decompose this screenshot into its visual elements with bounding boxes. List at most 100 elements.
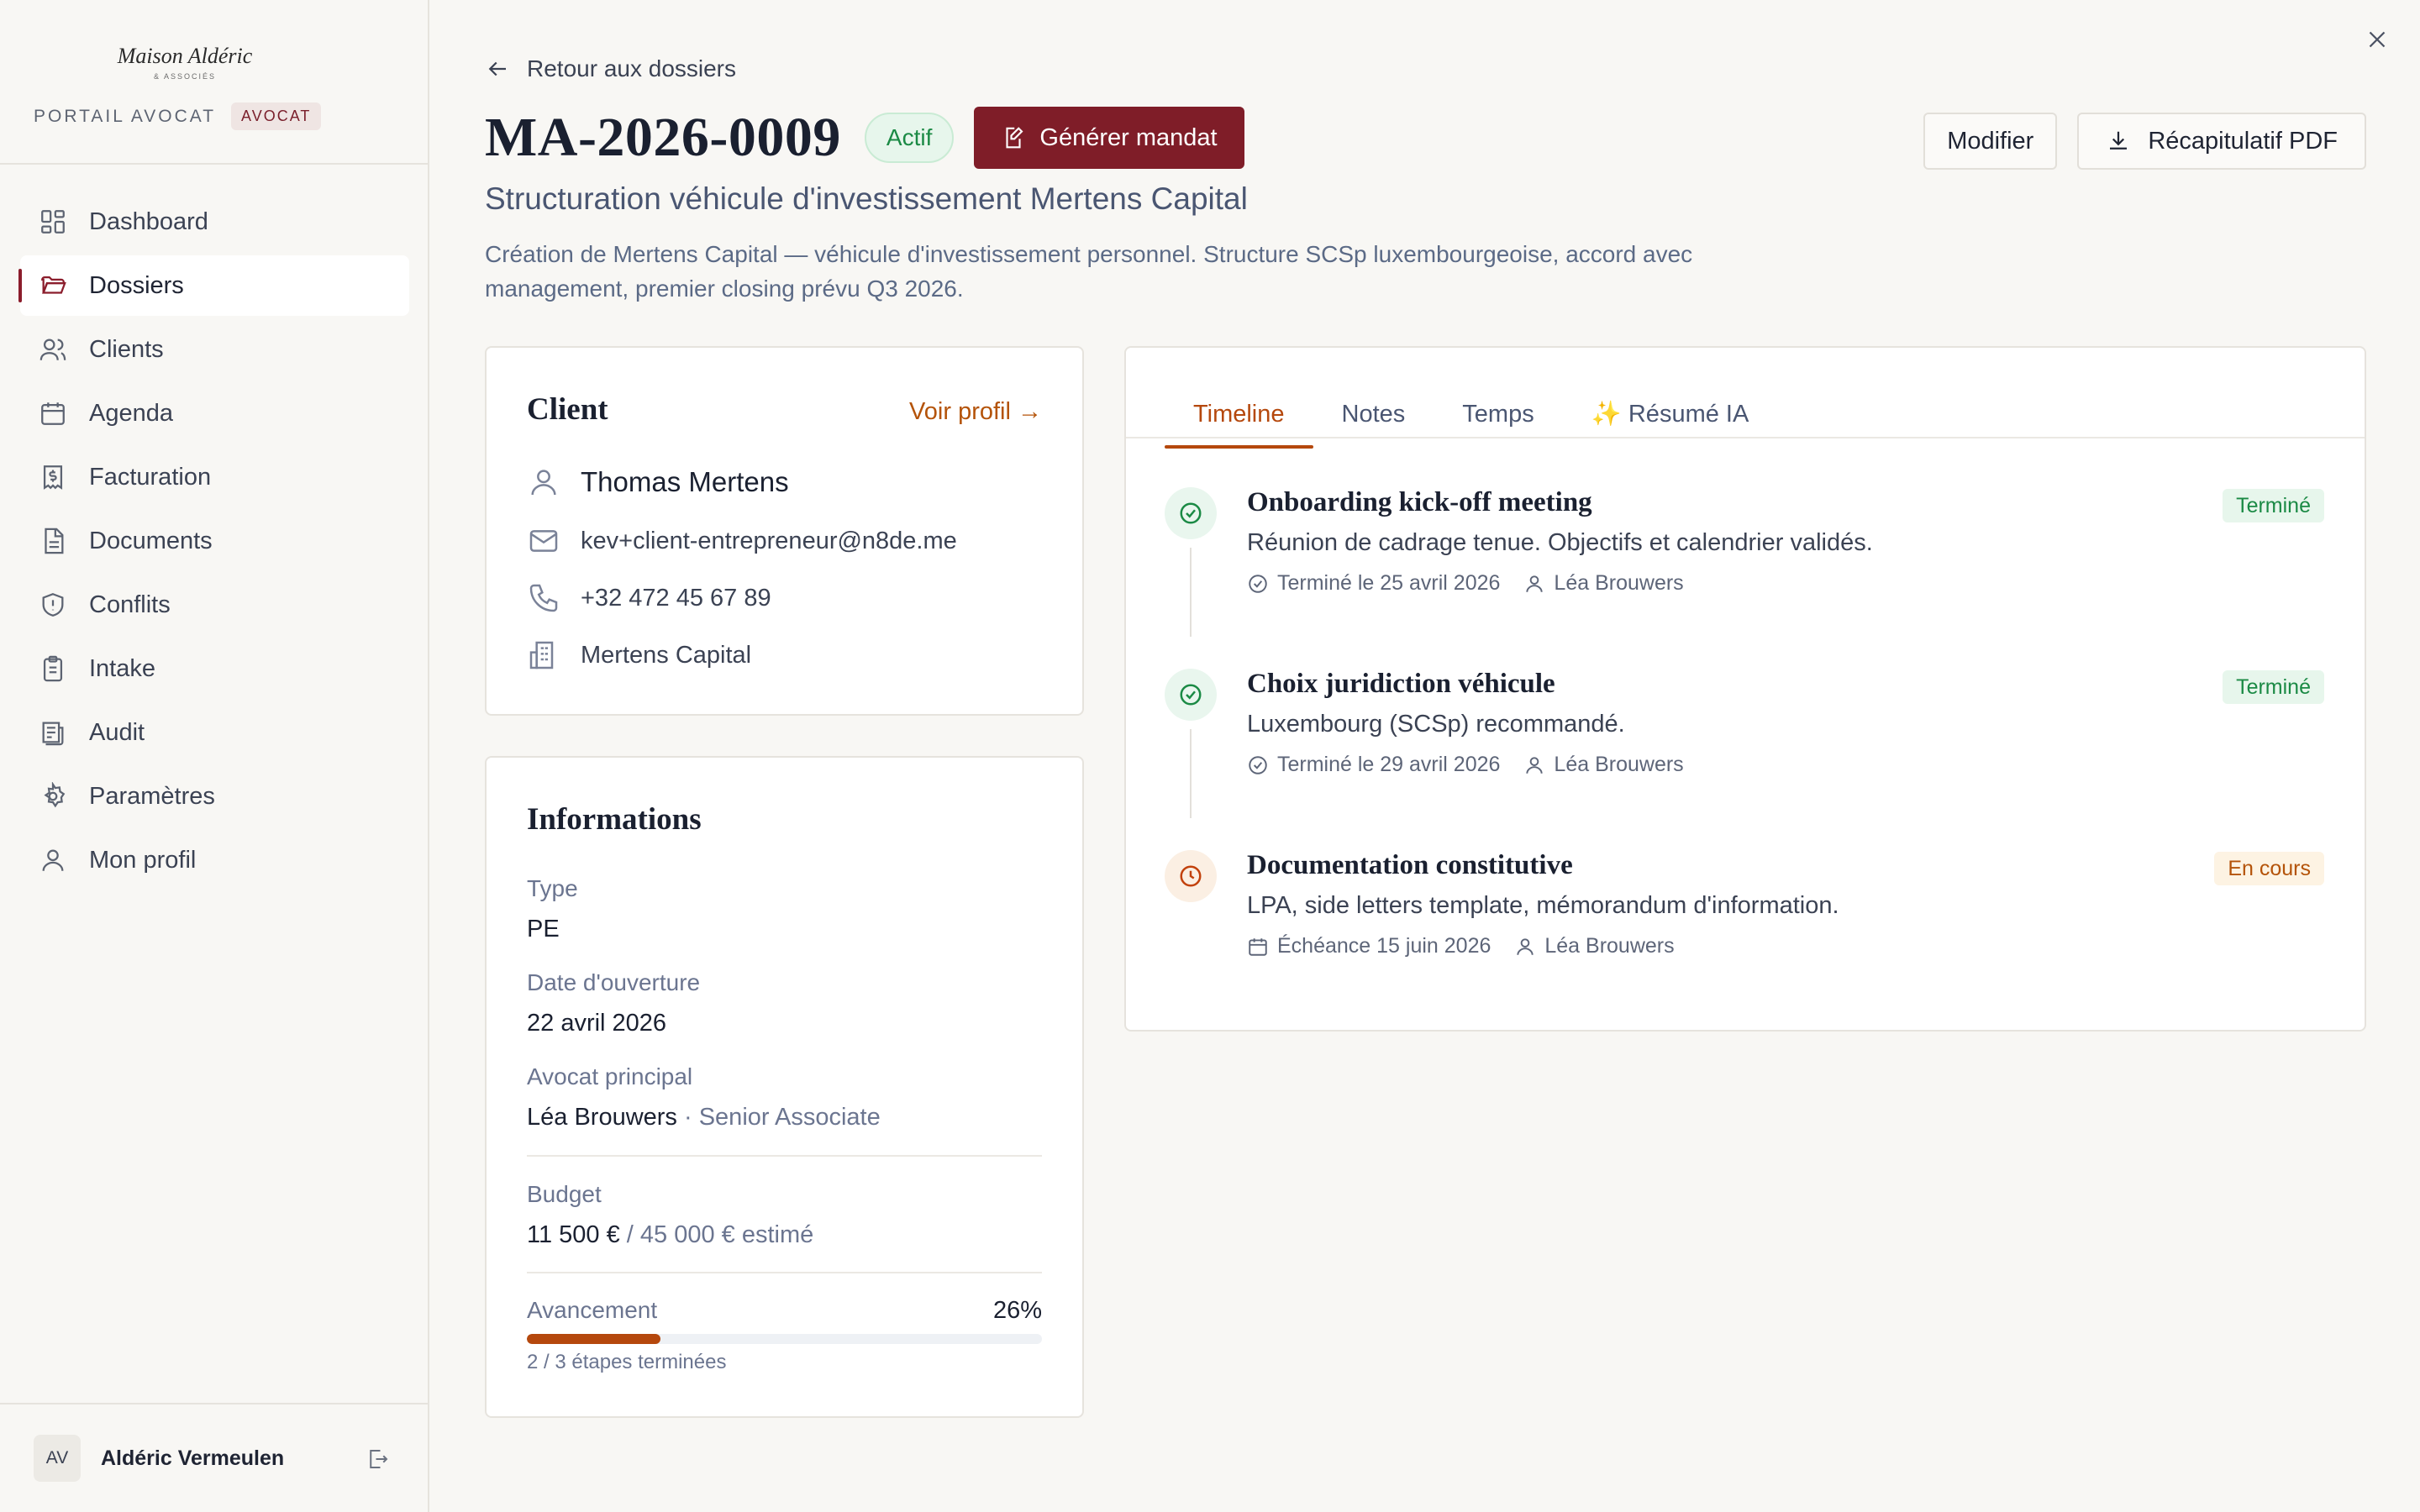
budget-estimate: / 45 000 € estimé bbox=[626, 1221, 814, 1248]
portal-label: PORTAIL AVOCAT bbox=[34, 106, 217, 126]
brand-logo: Maison Aldéric bbox=[117, 44, 253, 68]
timeline-card: Timeline Notes Temps ✨ Résumé IA Onboard… bbox=[1124, 346, 2366, 1032]
sidebar-item-label: Dossiers bbox=[89, 271, 184, 299]
opening-date-label: Date d'ouverture bbox=[527, 969, 701, 995]
check-circle-icon bbox=[1165, 487, 1217, 539]
divider bbox=[527, 1155, 1042, 1157]
arrow-left-icon bbox=[488, 61, 506, 76]
timeline-item-meta: Terminé le 25 avril 2026 Léa Brouwers bbox=[1247, 571, 1707, 596]
client-card-heading: Client bbox=[527, 392, 608, 427]
timeline-connector bbox=[1190, 729, 1192, 818]
sidebar-nav: Dashboard Dossiers Clients Agenda Factur… bbox=[18, 192, 409, 894]
close-icon[interactable] bbox=[2363, 25, 2391, 54]
user-icon bbox=[1526, 575, 1544, 592]
status-badge: Actif bbox=[864, 113, 955, 163]
lead-lawyer-value: Léa Brouwers · Senior Associate bbox=[527, 1104, 881, 1131]
client-phone[interactable]: +32 472 45 67 89 bbox=[581, 585, 771, 612]
timeline-item-title: Onboarding kick-off meeting bbox=[1247, 487, 1592, 517]
timeline-item-date: Terminé le 25 avril 2026 bbox=[1247, 571, 1500, 596]
lead-lawyer-name: Léa Brouwers bbox=[527, 1104, 677, 1131]
progress-bar-fill bbox=[527, 1334, 661, 1344]
view-profile-link[interactable]: Voir profil → bbox=[909, 398, 1042, 426]
timeline-item-title: Choix juridiction véhicule bbox=[1247, 669, 1555, 699]
lead-lawyer-label: Avocat principal bbox=[527, 1063, 693, 1089]
sidebar-item-clients[interactable]: Clients bbox=[20, 319, 409, 380]
client-company: Mertens Capital bbox=[581, 641, 752, 669]
shield-icon bbox=[39, 591, 67, 619]
case-subtitle: Structuration véhicule d'investissement … bbox=[485, 181, 1248, 216]
document-edit-icon bbox=[1006, 127, 1023, 149]
pdf-summary-button[interactable]: Récapitulatif PDF bbox=[2077, 113, 2366, 170]
sidebar-item-mon-profil[interactable]: Mon profil bbox=[20, 830, 409, 890]
calendar-icon bbox=[39, 399, 67, 428]
timeline-item-title: Documentation constitutive bbox=[1247, 850, 1573, 880]
user-icon bbox=[39, 846, 67, 874]
status-badge: Terminé bbox=[2223, 670, 2324, 704]
edit-button[interactable]: Modifier bbox=[1923, 113, 2058, 170]
sidebar-item-dossiers[interactable]: Dossiers bbox=[18, 255, 409, 316]
timeline-connector bbox=[1190, 548, 1192, 637]
status-badge: En cours bbox=[2214, 852, 2324, 885]
type-label: Type bbox=[527, 875, 578, 901]
client-phone-row: +32 472 45 67 89 bbox=[527, 581, 771, 615]
sidebar-item-audit[interactable]: Audit bbox=[20, 702, 409, 763]
users-icon bbox=[39, 335, 67, 364]
info-card: Informations Type PE Date d'ouverture 22… bbox=[485, 756, 1084, 1418]
title-row: MA-2026-0009 Actif Générer mandat bbox=[485, 106, 1244, 170]
timeline-item-description: Réunion de cadrage tenue. Objectifs et c… bbox=[1247, 529, 1873, 556]
tab-divider bbox=[1126, 437, 2365, 438]
download-icon bbox=[2110, 131, 2128, 150]
sidebar-item-dashboard[interactable]: Dashboard bbox=[20, 192, 409, 252]
timeline-item-description: LPA, side letters template, mémorandum d… bbox=[1247, 892, 1839, 919]
mail-icon bbox=[527, 524, 560, 558]
client-card: Client Voir profil → Thomas Mertens kev+… bbox=[485, 346, 1084, 716]
check-circle-icon bbox=[1165, 669, 1217, 721]
logout-icon[interactable] bbox=[366, 1446, 391, 1472]
pdf-summary-label: Récapitulatif PDF bbox=[2148, 127, 2338, 155]
user-name: Aldéric Vermeulen bbox=[101, 1446, 285, 1470]
timeline-item-meta: Échéance 15 juin 2026 Léa Brouwers bbox=[1247, 934, 1698, 958]
sidebar-item-documents[interactable]: Documents bbox=[20, 511, 409, 571]
client-company-row: Mertens Capital bbox=[527, 638, 751, 672]
client-name: Thomas Mertens bbox=[581, 466, 789, 497]
progress-note: 2 / 3 étapes terminées bbox=[527, 1351, 727, 1373]
lead-lawyer-role: · Senior Associate bbox=[684, 1104, 881, 1131]
timeline-item-date-text: Terminé le 25 avril 2026 bbox=[1277, 571, 1501, 595]
sidebar-item-intake[interactable]: Intake bbox=[20, 638, 409, 699]
brand-header: Maison Aldéric & ASSOCIÉS PORTAIL AVOCAT… bbox=[0, 0, 428, 165]
sidebar-item-label: Audit bbox=[89, 718, 145, 746]
timeline-item-owner-text: Léa Brouwers bbox=[1554, 753, 1684, 776]
user-icon bbox=[527, 465, 560, 499]
top-actions: Modifier Récapitulatif PDF bbox=[1923, 113, 2366, 170]
progress-label: Avancement bbox=[527, 1297, 658, 1323]
calendar-icon bbox=[1249, 937, 1267, 956]
folder-icon bbox=[39, 271, 67, 300]
back-link[interactable]: Retour aux dossiers bbox=[485, 55, 736, 82]
sidebar-item-label: Conflits bbox=[89, 591, 171, 618]
timeline-item-owner-text: Léa Brouwers bbox=[1554, 571, 1684, 595]
generate-mandate-button[interactable]: Générer mandat bbox=[974, 107, 1244, 169]
check-circle-icon bbox=[1249, 755, 1267, 774]
check-circle-icon bbox=[1249, 574, 1267, 593]
timeline-item: Onboarding kick-off meeting Réunion de c… bbox=[1165, 477, 2324, 645]
sidebar-item-label: Documents bbox=[89, 527, 213, 554]
generate-mandate-label: Générer mandat bbox=[1039, 123, 1218, 151]
sidebar-item-facturation[interactable]: Facturation bbox=[20, 447, 409, 507]
sidebar-item-label: Facturation bbox=[89, 463, 212, 491]
budget-label: Budget bbox=[527, 1181, 602, 1207]
sidebar-item-parametres[interactable]: Paramètres bbox=[20, 766, 409, 827]
info-card-heading: Informations bbox=[527, 802, 702, 837]
sidebar-item-agenda[interactable]: Agenda bbox=[20, 383, 409, 444]
sidebar-item-label: Intake bbox=[89, 654, 155, 682]
sidebar-item-conflits[interactable]: Conflits bbox=[20, 575, 409, 635]
timeline-item-date-text: Échéance 15 juin 2026 bbox=[1277, 934, 1491, 958]
clipboard-icon bbox=[39, 654, 67, 683]
timeline-item-owner: Léa Brouwers bbox=[1523, 753, 1684, 777]
back-link-label: Retour aux dossiers bbox=[527, 55, 737, 81]
timeline-item: Choix juridiction véhicule Luxembourg (S… bbox=[1165, 659, 2324, 827]
budget-value: 11 500 € / 45 000 € estimé bbox=[527, 1221, 813, 1249]
page-title: MA-2026-0009 bbox=[485, 107, 841, 168]
client-email-row: kev+client-entrepreneur@n8de.me bbox=[527, 524, 957, 558]
client-email[interactable]: kev+client-entrepreneur@n8de.me bbox=[581, 528, 957, 555]
role-badge: AVOCAT bbox=[231, 102, 322, 130]
